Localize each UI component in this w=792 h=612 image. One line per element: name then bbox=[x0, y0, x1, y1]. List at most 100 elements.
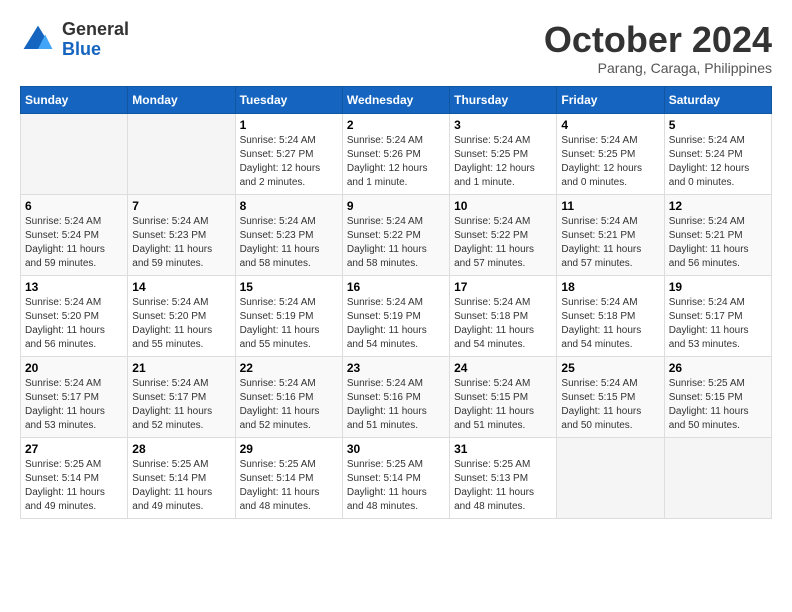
day-number: 13 bbox=[25, 280, 123, 294]
calendar-cell: 31Sunrise: 5:25 AM Sunset: 5:13 PM Dayli… bbox=[450, 437, 557, 518]
weekday-header-saturday: Saturday bbox=[664, 86, 771, 113]
day-number: 30 bbox=[347, 442, 445, 456]
calendar-cell: 18Sunrise: 5:24 AM Sunset: 5:18 PM Dayli… bbox=[557, 275, 664, 356]
calendar-cell: 4Sunrise: 5:24 AM Sunset: 5:25 PM Daylig… bbox=[557, 113, 664, 194]
calendar-table: SundayMondayTuesdayWednesdayThursdayFrid… bbox=[20, 86, 772, 519]
calendar-cell: 8 Sunrise: 5:24 AM Sunset: 5:23 PM Daylig… bbox=[235, 194, 342, 275]
weekday-header-tuesday: Tuesday bbox=[235, 86, 342, 113]
calendar-cell: 20 Sunrise: 5:24 AM Sunset: 5:17 PM Dayli… bbox=[21, 356, 128, 437]
calendar-cell bbox=[664, 437, 771, 518]
day-detail: Sunrise: 5:24 AM Sunset: 5:17 PM Dayligh… bbox=[25, 377, 123, 433]
day-number: 4 bbox=[561, 118, 659, 132]
logo-icon bbox=[20, 22, 56, 58]
calendar-cell: 30 Sunrise: 5:25 AM Sunset: 5:14 PM Dayli… bbox=[342, 437, 449, 518]
calendar-cell: 19 Sunrise: 5:24 AM Sunset: 5:17 PM Dayli… bbox=[664, 275, 771, 356]
logo-blue: Blue bbox=[62, 40, 129, 60]
day-detail: Sunrise: 5:24 AM Sunset: 5:27 PM Dayligh… bbox=[240, 134, 338, 190]
day-detail: Sunrise: 5:24 AM Sunset: 5:18 PM Dayligh… bbox=[454, 296, 552, 352]
calendar-cell: 7Sunrise: 5:24 AM Sunset: 5:23 PM Daylig… bbox=[128, 194, 235, 275]
day-number: 26 bbox=[669, 361, 767, 375]
calendar-cell bbox=[21, 113, 128, 194]
calendar-week-3: 13 Sunrise: 5:24 AM Sunset: 5:20 PM Dayli… bbox=[21, 275, 772, 356]
weekday-header-sunday: Sunday bbox=[21, 86, 128, 113]
day-detail: Sunrise: 5:24 AM Sunset: 5:18 PM Dayligh… bbox=[561, 296, 659, 352]
day-number: 20 bbox=[25, 361, 123, 375]
calendar-cell: 25Sunrise: 5:24 AM Sunset: 5:15 PM Dayli… bbox=[557, 356, 664, 437]
calendar-cell: 11Sunrise: 5:24 AM Sunset: 5:21 PM Dayli… bbox=[557, 194, 664, 275]
day-number: 9 bbox=[347, 199, 445, 213]
day-number: 11 bbox=[561, 199, 659, 213]
day-number: 12 bbox=[669, 199, 767, 213]
calendar-cell: 26 Sunrise: 5:25 AM Sunset: 5:15 PM Dayli… bbox=[664, 356, 771, 437]
day-number: 19 bbox=[669, 280, 767, 294]
day-detail: Sunrise: 5:24 AM Sunset: 5:17 PM Dayligh… bbox=[669, 296, 767, 352]
day-detail: Sunrise: 5:24 AM Sunset: 5:26 PM Dayligh… bbox=[347, 134, 445, 190]
calendar-body: 1Sunrise: 5:24 AM Sunset: 5:27 PM Daylig… bbox=[21, 113, 772, 518]
day-detail: Sunrise: 5:24 AM Sunset: 5:21 PM Dayligh… bbox=[669, 215, 767, 271]
title-block: October 2024 Parang, Caraga, Philippines bbox=[544, 20, 772, 76]
day-number: 7 bbox=[132, 199, 230, 213]
day-detail: Sunrise: 5:24 AM Sunset: 5:17 PM Dayligh… bbox=[132, 377, 230, 433]
day-number: 23 bbox=[347, 361, 445, 375]
calendar-header: SundayMondayTuesdayWednesdayThursdayFrid… bbox=[21, 86, 772, 113]
day-detail: Sunrise: 5:24 AM Sunset: 5:16 PM Dayligh… bbox=[240, 377, 338, 433]
calendar-week-2: 6 Sunrise: 5:24 AM Sunset: 5:24 PM Daylig… bbox=[21, 194, 772, 275]
day-detail: Sunrise: 5:25 AM Sunset: 5:15 PM Dayligh… bbox=[669, 377, 767, 433]
month-title: October 2024 bbox=[544, 20, 772, 60]
calendar-cell: 23Sunrise: 5:24 AM Sunset: 5:16 PM Dayli… bbox=[342, 356, 449, 437]
logo-general: General bbox=[62, 20, 129, 40]
day-detail: Sunrise: 5:24 AM Sunset: 5:15 PM Dayligh… bbox=[454, 377, 552, 433]
day-number: 17 bbox=[454, 280, 552, 294]
calendar-cell: 10Sunrise: 5:24 AM Sunset: 5:22 PM Dayli… bbox=[450, 194, 557, 275]
calendar-cell: 13 Sunrise: 5:24 AM Sunset: 5:20 PM Dayli… bbox=[21, 275, 128, 356]
day-detail: Sunrise: 5:25 AM Sunset: 5:13 PM Dayligh… bbox=[454, 458, 552, 514]
calendar-cell: 16 Sunrise: 5:24 AM Sunset: 5:19 PM Dayli… bbox=[342, 275, 449, 356]
calendar-cell: 22 Sunrise: 5:24 AM Sunset: 5:16 PM Dayli… bbox=[235, 356, 342, 437]
weekday-header-wednesday: Wednesday bbox=[342, 86, 449, 113]
page-header: General Blue October 2024 Parang, Caraga… bbox=[20, 20, 772, 76]
calendar-cell: 17 Sunrise: 5:24 AM Sunset: 5:18 PM Dayli… bbox=[450, 275, 557, 356]
calendar-cell: 6 Sunrise: 5:24 AM Sunset: 5:24 PM Daylig… bbox=[21, 194, 128, 275]
day-number: 3 bbox=[454, 118, 552, 132]
day-detail: Sunrise: 5:25 AM Sunset: 5:14 PM Dayligh… bbox=[240, 458, 338, 514]
day-detail: Sunrise: 5:24 AM Sunset: 5:20 PM Dayligh… bbox=[25, 296, 123, 352]
calendar-cell: 12 Sunrise: 5:24 AM Sunset: 5:21 PM Dayli… bbox=[664, 194, 771, 275]
calendar-cell: 1Sunrise: 5:24 AM Sunset: 5:27 PM Daylig… bbox=[235, 113, 342, 194]
day-number: 14 bbox=[132, 280, 230, 294]
day-number: 24 bbox=[454, 361, 552, 375]
day-number: 10 bbox=[454, 199, 552, 213]
calendar-cell: 21 Sunrise: 5:24 AM Sunset: 5:17 PM Dayli… bbox=[128, 356, 235, 437]
calendar-cell: 15Sunrise: 5:24 AM Sunset: 5:19 PM Dayli… bbox=[235, 275, 342, 356]
calendar-cell bbox=[557, 437, 664, 518]
calendar-cell: 3Sunrise: 5:24 AM Sunset: 5:25 PM Daylig… bbox=[450, 113, 557, 194]
day-detail: Sunrise: 5:24 AM Sunset: 5:20 PM Dayligh… bbox=[132, 296, 230, 352]
day-number: 27 bbox=[25, 442, 123, 456]
day-number: 16 bbox=[347, 280, 445, 294]
calendar-week-1: 1Sunrise: 5:24 AM Sunset: 5:27 PM Daylig… bbox=[21, 113, 772, 194]
day-number: 29 bbox=[240, 442, 338, 456]
calendar-week-4: 20 Sunrise: 5:24 AM Sunset: 5:17 PM Dayli… bbox=[21, 356, 772, 437]
calendar-cell: 5Sunrise: 5:24 AM Sunset: 5:24 PM Daylig… bbox=[664, 113, 771, 194]
day-detail: Sunrise: 5:25 AM Sunset: 5:14 PM Dayligh… bbox=[132, 458, 230, 514]
calendar-cell: 14 Sunrise: 5:24 AM Sunset: 5:20 PM Dayli… bbox=[128, 275, 235, 356]
day-detail: Sunrise: 5:24 AM Sunset: 5:24 PM Dayligh… bbox=[25, 215, 123, 271]
day-number: 22 bbox=[240, 361, 338, 375]
day-number: 21 bbox=[132, 361, 230, 375]
location: Parang, Caraga, Philippines bbox=[544, 60, 772, 76]
day-number: 28 bbox=[132, 442, 230, 456]
calendar-cell: 9Sunrise: 5:24 AM Sunset: 5:22 PM Daylig… bbox=[342, 194, 449, 275]
day-number: 25 bbox=[561, 361, 659, 375]
day-number: 2 bbox=[347, 118, 445, 132]
day-detail: Sunrise: 5:25 AM Sunset: 5:14 PM Dayligh… bbox=[347, 458, 445, 514]
day-number: 6 bbox=[25, 199, 123, 213]
day-detail: Sunrise: 5:24 AM Sunset: 5:23 PM Dayligh… bbox=[240, 215, 338, 271]
day-detail: Sunrise: 5:24 AM Sunset: 5:19 PM Dayligh… bbox=[347, 296, 445, 352]
day-number: 5 bbox=[669, 118, 767, 132]
calendar-cell bbox=[128, 113, 235, 194]
day-number: 8 bbox=[240, 199, 338, 213]
day-number: 15 bbox=[240, 280, 338, 294]
calendar-cell: 29 Sunrise: 5:25 AM Sunset: 5:14 PM Dayli… bbox=[235, 437, 342, 518]
calendar-week-5: 27 Sunrise: 5:25 AM Sunset: 5:14 PM Dayli… bbox=[21, 437, 772, 518]
day-detail: Sunrise: 5:25 AM Sunset: 5:14 PM Dayligh… bbox=[25, 458, 123, 514]
logo-text: General Blue bbox=[62, 20, 129, 60]
